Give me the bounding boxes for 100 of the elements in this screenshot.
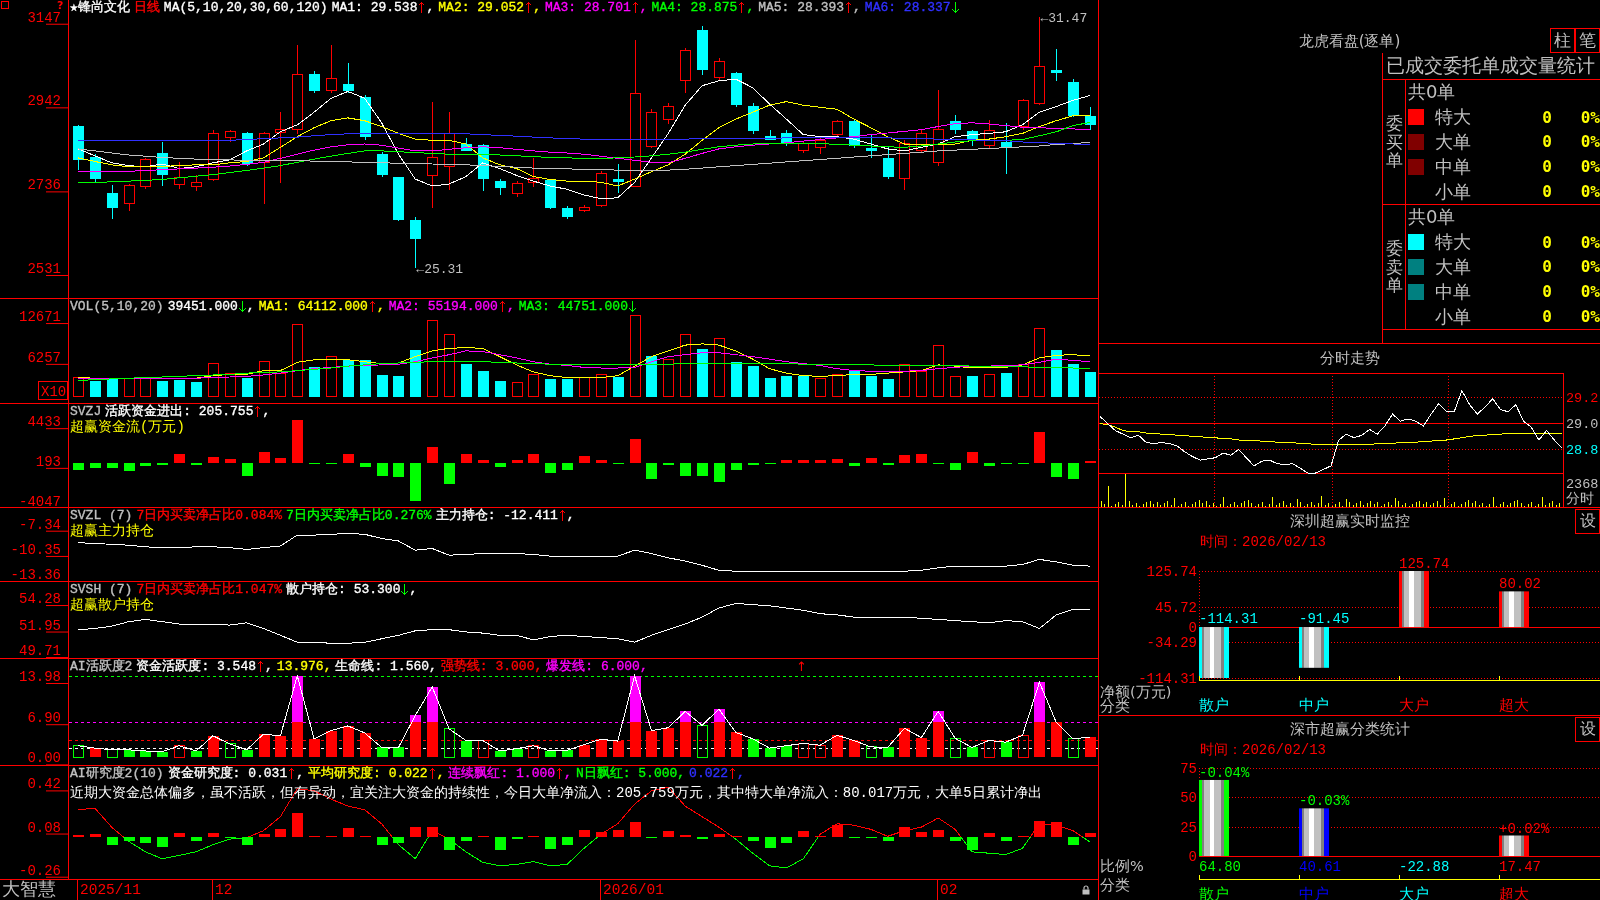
fund-flow-bar [1068, 462, 1079, 479]
section-title: 深圳超赢实时监控 [1289, 511, 1410, 531]
separator-mark: , [426, 0, 435, 15]
indicator-label: 连续飘红: 1.000 [448, 766, 556, 781]
indicator-label: MA3: 44751.000 [518, 299, 628, 314]
fund-flow-bar [798, 459, 809, 463]
indicator-label: 39451.000 [167, 299, 238, 314]
research-bar [697, 836, 708, 840]
square-icon[interactable] [1, 1, 9, 9]
research-bar [157, 836, 168, 847]
fund-flow-bar [495, 462, 506, 468]
candlestick [579, 204, 590, 213]
percent-cell-text: 0% [1579, 232, 1600, 252]
candlestick [613, 163, 624, 194]
axis-label: 分类 [1100, 877, 1130, 893]
indicator-label: 资金研究度: 0.031 [167, 766, 288, 781]
axis-label: 比例% [1100, 858, 1144, 874]
signal-marker: ↑ [796, 659, 807, 674]
candlestick [360, 94, 371, 141]
research-bar [275, 828, 286, 837]
indicator-label: 主力持仓: -12.411 [435, 508, 558, 523]
value-label: 17.47 [1499, 859, 1541, 875]
count-cell-text: 0 [1541, 182, 1553, 202]
axis-tick-label: 49.71 [19, 643, 61, 658]
fund-flow-bar [562, 462, 573, 471]
indicator-label: 13.976, [276, 659, 332, 674]
percent-label: -0.04% [1199, 764, 1250, 781]
price-annotation: ←31.47 [1040, 10, 1088, 26]
candlestick [393, 176, 404, 222]
research-bar [883, 836, 894, 842]
count-cell-text: 0 [1541, 307, 1553, 327]
candlestick [646, 108, 657, 149]
indicator-label: 日线 [133, 0, 160, 15]
candlestick [1018, 98, 1029, 131]
fund-flow-bar [410, 462, 421, 502]
candlestick [849, 119, 860, 149]
fund-flow-bar [866, 458, 877, 463]
research-bar [613, 830, 624, 837]
candlestick [748, 102, 759, 135]
candlestick [90, 153, 101, 184]
section-title: 深市超赢分类统计 [1289, 719, 1410, 739]
bar [1299, 808, 1329, 856]
fund-flow-bar [579, 456, 590, 463]
row-label: 特大 [1435, 105, 1472, 130]
settings-button[interactable]: 设 [1575, 509, 1600, 534]
value-label: 64.80 [1199, 859, 1241, 875]
indicator-label: VOL(5,10,20) [70, 299, 164, 314]
category-label: 大户 [1399, 886, 1429, 900]
category-label: 散户 [1199, 697, 1229, 713]
indicator-label: MA(5,10,20,30,60,120) [163, 0, 328, 15]
separator-mark: , [296, 766, 305, 781]
fund-flow-bar [950, 462, 961, 471]
indicator-label: MA1: 64112.000 [258, 299, 368, 314]
candlestick [596, 170, 607, 208]
help-mark[interactable]: ? [57, 0, 64, 11]
indicator-label: 散户持仓: 53.300 [286, 582, 401, 597]
separator-mark: , [246, 299, 255, 314]
separator-mark: , [409, 582, 418, 597]
fund-flow-bar [124, 462, 135, 472]
separator-mark: , [853, 0, 861, 15]
fund-flow-bar [697, 462, 708, 476]
separator-mark: , [639, 0, 648, 15]
fund-flow-bar [427, 446, 438, 463]
candlestick [1001, 122, 1012, 175]
fund-flow-bar [377, 462, 388, 476]
percent-cell-text: 0% [1579, 257, 1600, 277]
price-label: 29.0 [1566, 417, 1599, 432]
indicator-label: 平均研究度: 0.022 [308, 766, 428, 781]
indicator-label: ★锋尚文化 [70, 0, 130, 15]
candlestick [1085, 106, 1096, 131]
candlestick [495, 179, 506, 196]
fund-flow-bar [208, 457, 219, 463]
axis-tick-label: 54.28 [19, 591, 61, 608]
indicator-subtitle: 超赢散户持仓 [70, 597, 154, 613]
axis-tick-label: -34.29 [1146, 635, 1197, 652]
view-toggle-button[interactable]: 柱 [1550, 28, 1575, 53]
indicator-label: SVZJ [70, 404, 102, 419]
fund-flow-bar [191, 462, 202, 466]
research-bar [630, 822, 641, 837]
indicator-label: 爆发线: 6.000, [546, 659, 648, 674]
candlestick [528, 157, 539, 188]
fund-flow-bar [714, 462, 725, 483]
fund-flow-bar [731, 462, 742, 471]
activity-bar [630, 675, 641, 723]
fund-flow-bar [174, 454, 185, 463]
indicator-label: MA4: 28.875 [651, 0, 738, 15]
research-bar [208, 832, 219, 837]
candlestick [124, 183, 135, 212]
settings-button[interactable]: 设 [1575, 717, 1600, 742]
candlestick [107, 184, 118, 220]
separator-mark: , [376, 299, 385, 314]
fund-flow-bar [1051, 462, 1062, 477]
candlestick [984, 119, 995, 149]
research-bar [748, 836, 759, 842]
candlestick [899, 139, 910, 191]
view-toggle-button[interactable]: 笔 [1575, 28, 1600, 53]
fund-flow-bar [1085, 460, 1096, 463]
lock-icon[interactable] [1082, 885, 1090, 895]
percent-label: -0.03% [1299, 793, 1350, 810]
bar [1499, 591, 1529, 628]
